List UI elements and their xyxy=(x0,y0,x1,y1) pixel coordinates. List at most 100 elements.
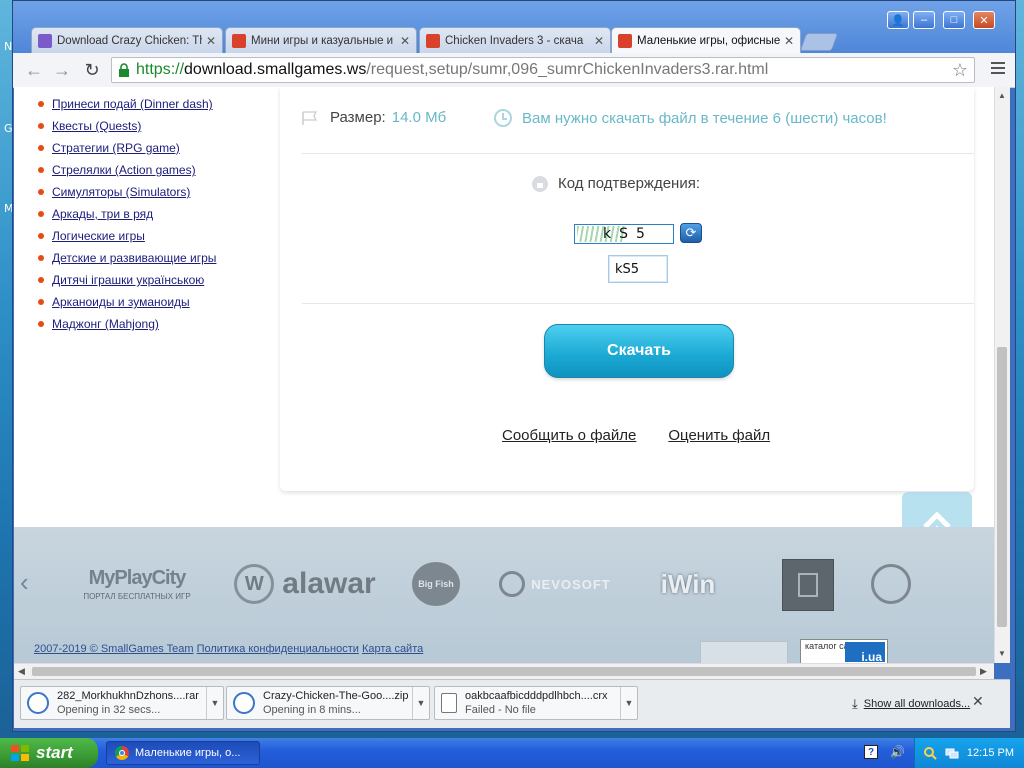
start-button[interactable]: start xyxy=(0,738,98,768)
download-meta: 282_MorkhukhnDzhons....rar Opening in 32… xyxy=(57,689,206,717)
file-size-row: Размер: 14.0 Мб xyxy=(302,109,446,126)
rate-file-link[interactable]: Оценить файл xyxy=(668,427,770,444)
show-all-downloads-link[interactable]: Show all downloads... xyxy=(864,698,970,710)
list-item: Логические игры xyxy=(38,225,216,247)
category-link[interactable]: Стрелялки (Action games) xyxy=(52,163,196,177)
horizontal-scrollbar[interactable]: ◀ ▶ xyxy=(14,663,994,679)
tab-close-icon[interactable]: ✕ xyxy=(400,34,410,48)
back-arrow-icon[interactable]: ← xyxy=(21,57,47,83)
partner-logo-myplaycity[interactable]: MyPlayCity ПОРТАЛ БЕСПЛАТНЫХ ИГР xyxy=(72,559,202,609)
user-icon[interactable]: 👤 xyxy=(887,11,909,29)
tab-mini-games[interactable]: Мини игры и казуальные и ✕ xyxy=(225,27,417,53)
scroll-up-icon[interactable]: ▲ xyxy=(998,91,1006,100)
vertical-scrollbar[interactable]: ▲ ▼ xyxy=(994,87,1010,663)
tab-close-icon[interactable]: ✕ xyxy=(594,34,604,48)
clock-icon xyxy=(494,109,512,127)
alawar-emblem-icon: W xyxy=(234,564,275,604)
minimize-button[interactable]: – xyxy=(913,11,935,29)
tab-label: Chicken Invaders 3 - скача xyxy=(445,34,584,47)
partner-name: iWin xyxy=(660,568,716,599)
list-item: Симуляторы (Simulators) xyxy=(38,181,216,203)
new-tab-button[interactable] xyxy=(799,33,839,51)
search-icon[interactable] xyxy=(923,746,937,760)
category-link[interactable]: Маджонг (Mahjong) xyxy=(52,317,159,331)
captcha-refresh-icon[interactable]: ⟳ xyxy=(680,223,702,243)
download-item[interactable]: 282_MorkhukhnDzhons....rar Opening in 32… xyxy=(20,686,224,720)
speaker-icon[interactable]: 🔊 xyxy=(890,745,906,761)
help-icon[interactable]: ? xyxy=(864,745,878,759)
category-link[interactable]: Стратегии (RPG game) xyxy=(52,141,180,155)
list-item: Маджонг (Mahjong) xyxy=(38,313,216,335)
chevron-down-icon[interactable]: ▼ xyxy=(412,687,429,719)
divider xyxy=(302,153,974,154)
category-link[interactable]: Симуляторы (Simulators) xyxy=(52,185,190,199)
scrollbar-thumb[interactable] xyxy=(997,347,1007,627)
partner-logo-iwin[interactable]: iWin xyxy=(640,559,736,609)
download-button[interactable]: Скачать xyxy=(544,324,734,378)
tab-close-icon[interactable]: ✕ xyxy=(206,34,216,48)
start-label: start xyxy=(36,743,73,762)
category-link[interactable]: Принеси подай (Dinner dash) xyxy=(52,97,213,111)
copyright-link[interactable]: 2007-2019 © SmallGames Team xyxy=(34,643,194,655)
show-all-downloads[interactable]: ⤓ Show all downloads... xyxy=(852,696,970,712)
category-link[interactable]: Дитячі іграшки українською xyxy=(52,273,204,287)
category-link[interactable]: Аркады, три в ряд xyxy=(52,207,153,221)
browser-menu-icon[interactable] xyxy=(991,62,1005,77)
archive-file-icon xyxy=(27,692,49,714)
broken-image-placeholder xyxy=(700,641,788,663)
partner-logo-fifth[interactable] xyxy=(782,559,834,611)
url-scheme: https:// xyxy=(136,61,185,78)
partner-logo-nevosoft[interactable]: NEVOSOFT xyxy=(492,559,618,609)
download-status: Opening in 32 secs... xyxy=(57,704,161,716)
chevron-down-icon[interactable]: ▼ xyxy=(620,687,637,719)
list-item: Принеси подай (Dinner dash) xyxy=(38,93,216,115)
site-favicon-icon xyxy=(426,33,440,48)
chevron-down-icon[interactable]: ▼ xyxy=(206,687,223,719)
category-link[interactable]: Арканоиды и зуманоиды xyxy=(52,295,190,309)
close-window-button[interactable]: ✕ xyxy=(973,11,995,29)
lock-icon xyxy=(532,175,548,192)
bookmark-star-icon[interactable]: ☆ xyxy=(952,60,968,81)
captcha-input[interactable] xyxy=(608,255,668,283)
category-link[interactable]: Логические игры xyxy=(52,229,145,243)
download-timer-notice: Вам нужно скачать файл в течение 6 (шест… xyxy=(494,109,887,127)
partner-name: MyPlayCity xyxy=(88,567,187,589)
bullet-icon xyxy=(38,123,44,129)
carousel-prev-icon[interactable]: ‹ xyxy=(20,567,29,598)
category-link[interactable]: Детские и развивающие игры xyxy=(52,251,216,265)
report-file-link[interactable]: Сообщить о файле xyxy=(502,427,636,444)
download-item[interactable]: oakbcaafbicdddpdlhbch....crx Failed - No… xyxy=(434,686,638,720)
tab-crazy-chicken[interactable]: Download Crazy Chicken: Th ✕ xyxy=(31,27,223,53)
windows-logo-icon xyxy=(11,745,29,761)
list-item: Детские и развивающие игры xyxy=(38,247,216,269)
scrollbar-thumb[interactable] xyxy=(32,667,976,676)
desktop-icon-label: N xyxy=(4,40,13,53)
taskbar-window-label: Маленькие игры, о... xyxy=(135,747,241,759)
sitemap-link[interactable]: Карта сайта xyxy=(362,643,423,655)
bullet-icon xyxy=(38,255,44,261)
category-list: Принеси подай (Dinner dash) Квесты (Ques… xyxy=(38,93,216,335)
taskbar-window-button[interactable]: Маленькие игры, о... xyxy=(106,741,260,765)
clock[interactable]: 12:15 PM xyxy=(967,747,1014,759)
maximize-button[interactable]: □ xyxy=(943,11,965,29)
tab-small-games-active[interactable]: Маленькие игры, офисные ✕ xyxy=(611,27,801,53)
scroll-down-icon[interactable]: ▼ xyxy=(998,649,1006,658)
catalog-badge[interactable]: каталог сайтов i.ua xyxy=(800,639,888,663)
forward-arrow-icon[interactable]: → xyxy=(49,57,75,83)
tab-close-icon[interactable]: ✕ xyxy=(784,34,794,48)
site-favicon-icon xyxy=(232,33,246,48)
partner-logo-sixth[interactable] xyxy=(866,559,916,609)
download-item[interactable]: Crazy-Chicken-The-Goo....zip Opening in … xyxy=(226,686,430,720)
tab-chicken-invaders[interactable]: Chicken Invaders 3 - скача ✕ xyxy=(419,27,611,53)
scroll-right-icon[interactable]: ▶ xyxy=(980,666,987,677)
category-link[interactable]: Квесты (Quests) xyxy=(52,119,141,133)
reload-icon[interactable]: ↻ xyxy=(79,57,105,83)
close-shelf-icon[interactable]: ✕ xyxy=(972,693,984,710)
privacy-link[interactable]: Политика конфиденциальности xyxy=(197,643,359,655)
download-arrow-icon: ⤓ xyxy=(852,696,858,711)
address-bar[interactable]: https://download.smallgames.ws/request,s… xyxy=(111,57,975,83)
partner-logo-alawar[interactable]: W alawar xyxy=(224,559,386,609)
partner-logo-bigfish[interactable]: Big Fish xyxy=(410,559,462,609)
network-icon[interactable] xyxy=(945,746,959,760)
scroll-left-icon[interactable]: ◀ xyxy=(18,666,25,677)
